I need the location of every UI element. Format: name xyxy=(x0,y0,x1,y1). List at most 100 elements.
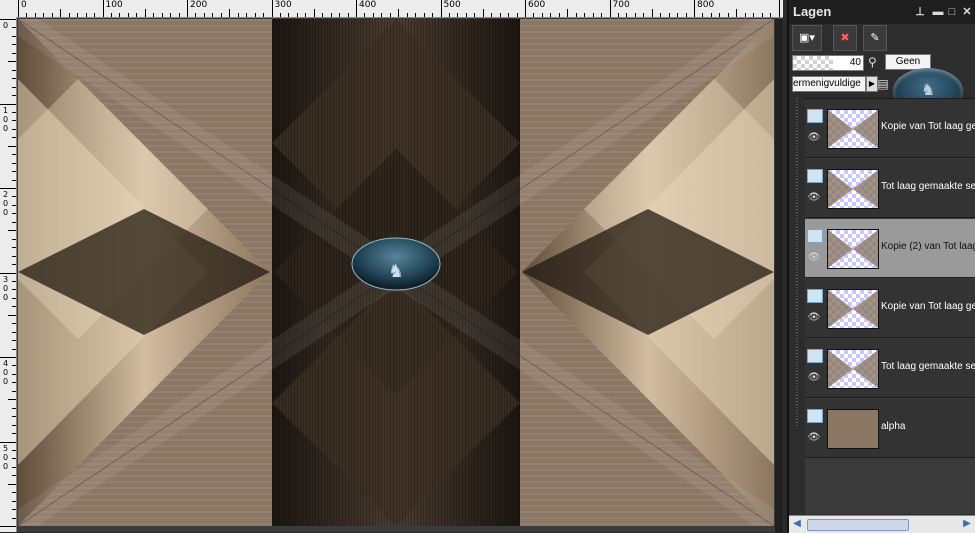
ruler-tick xyxy=(643,13,645,17)
ruler-tick xyxy=(575,13,577,17)
scroll-left-icon[interactable]: ◀ xyxy=(791,518,803,530)
layers-palette: Lagen ⊥ ▬ □ ✕ ▣▾ ✖ ✎ 40 ⚲ Geen ermenigvu… xyxy=(787,0,975,533)
ruler-tick xyxy=(12,78,16,80)
ruler-tick xyxy=(12,255,16,257)
ruler-label: 700 xyxy=(612,0,630,10)
ruler-tick xyxy=(12,213,16,215)
layer-row-selected[interactable]: 👁 Kopie (2) van Tot laag xyxy=(805,219,975,278)
layers-toolbar: ▣▾ ✖ ✎ xyxy=(789,24,975,52)
opacity-slider[interactable]: 40 xyxy=(792,55,864,71)
ruler-tick xyxy=(406,13,408,17)
ruler-label: 400 xyxy=(3,359,9,386)
ruler-corner xyxy=(0,0,17,18)
delete-layer-button[interactable]: ✖ xyxy=(833,25,857,51)
palette-horizontal-scrollbar[interactable]: ◀ ▶ xyxy=(789,515,975,533)
canvas-vertical-scrollbar[interactable] xyxy=(775,19,783,532)
ruler-label: 100 xyxy=(3,105,9,133)
ruler-tick xyxy=(8,399,16,401)
raster-layer-icon xyxy=(807,349,823,363)
ruler-tick xyxy=(584,13,586,17)
layer-row[interactable]: 👁 Tot laag gemaakte sele xyxy=(805,159,975,218)
ruler-tick xyxy=(12,128,16,130)
link-icon[interactable]: ⚲ xyxy=(868,55,882,69)
ruler-tick xyxy=(381,13,383,17)
layer-row[interactable]: 👁 alpha xyxy=(805,399,975,458)
horse-icon: ♞ xyxy=(921,82,936,99)
visibility-eye-icon[interactable]: 👁 xyxy=(807,313,821,323)
ruler-tick xyxy=(12,475,16,477)
ruler-tick xyxy=(465,13,467,17)
visibility-eye-icon[interactable]: 👁 xyxy=(807,373,821,383)
ruler-tick xyxy=(68,13,70,17)
ruler-tick xyxy=(0,441,16,443)
ruler-tick xyxy=(702,13,704,17)
ruler-tick xyxy=(246,13,248,17)
ruler-tick xyxy=(778,0,780,17)
ruler-tick xyxy=(12,179,16,181)
layer-name: Tot laag gemaakte sele xyxy=(881,181,975,192)
visibility-eye-icon[interactable]: 👁 xyxy=(807,253,821,263)
minimize-icon[interactable]: ▬ xyxy=(931,5,945,19)
layer-name: Kopie van Tot laag gen xyxy=(881,301,975,312)
ruler-tick xyxy=(389,13,391,17)
scroll-thumb[interactable] xyxy=(807,519,909,531)
ruler-tick xyxy=(415,13,417,17)
ruler-tick xyxy=(12,365,16,367)
layer-name: Kopie (2) van Tot laag xyxy=(881,241,975,252)
layer-thumbnail xyxy=(827,289,879,329)
ruler-tick xyxy=(136,13,138,17)
ruler-tick xyxy=(94,13,96,17)
blend-mode-select[interactable]: ermenigvuldige xyxy=(792,76,866,92)
ruler-tick xyxy=(685,13,687,17)
ruler-tick xyxy=(432,13,434,17)
pin-icon[interactable]: ⊥ xyxy=(913,5,927,19)
visibility-eye-icon[interactable]: 👁 xyxy=(807,433,821,443)
ruler-tick xyxy=(12,137,16,139)
visibility-eye-icon[interactable]: 👁 xyxy=(807,133,821,143)
close-icon[interactable]: ✕ xyxy=(960,5,974,19)
image-canvas[interactable]: ♞ xyxy=(18,19,774,526)
layer-row[interactable]: 👁 Kopie van Tot laag gen xyxy=(805,279,975,338)
ruler-tick xyxy=(12,154,16,156)
ruler-tick xyxy=(12,306,16,308)
ruler-label: 200 xyxy=(190,0,208,10)
ruler-tick xyxy=(761,13,763,17)
layer-row[interactable]: 👁 Kopie van Tot laag gen xyxy=(805,99,975,158)
ruler-tick xyxy=(727,13,729,17)
ruler-label: 200 xyxy=(3,190,9,217)
ruler-tick xyxy=(8,314,16,316)
ruler-tick xyxy=(423,13,425,17)
ruler-tick xyxy=(736,9,738,17)
layer-mask-icon[interactable]: ▤ xyxy=(875,76,891,92)
ruler-tick xyxy=(626,13,628,17)
ruler-tick xyxy=(491,13,493,17)
ruler-tick xyxy=(127,13,129,17)
ruler-tick xyxy=(0,357,16,358)
opacity-value[interactable]: 40 xyxy=(833,56,863,70)
layer-properties-button[interactable]: ✎ xyxy=(863,25,887,51)
ruler-tick xyxy=(119,13,121,17)
ruler-tick xyxy=(12,95,16,97)
ruler-tick xyxy=(12,44,16,46)
properties-icon: ✎ xyxy=(870,32,880,44)
ruler-tick xyxy=(12,221,16,223)
ruler-tick xyxy=(533,13,535,17)
layer-thumbnail xyxy=(827,169,879,209)
scroll-right-icon[interactable]: ▶ xyxy=(961,518,973,530)
layer-tree-lines xyxy=(791,98,803,513)
ruler-tick xyxy=(541,13,543,17)
ruler-tick xyxy=(305,13,307,17)
ruler-tick xyxy=(12,424,16,426)
ruler-tick xyxy=(457,13,459,17)
ruler-tick xyxy=(12,69,16,71)
ruler-tick xyxy=(516,13,518,17)
ruler-tick xyxy=(170,13,172,17)
layer-row[interactable]: 👁 Tot laag gemaakte sele xyxy=(805,339,975,398)
maximize-icon[interactable]: □ xyxy=(945,5,959,19)
ruler-tick xyxy=(12,289,16,291)
ruler-tick xyxy=(18,0,19,17)
visibility-eye-icon[interactable]: 👁 xyxy=(807,193,821,203)
canvas-area[interactable]: 0 100 200 300 400 500 600 700 800 0 100 200 300 400 5… xyxy=(0,0,783,532)
new-layer-button[interactable]: ▣▾ xyxy=(792,25,822,51)
ruler-tick xyxy=(203,13,205,17)
